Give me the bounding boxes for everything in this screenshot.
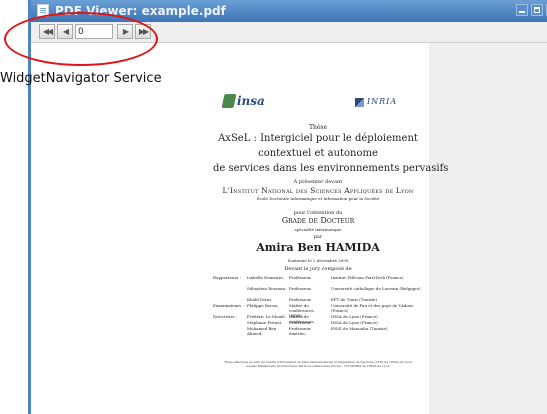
annotation-ellipse [4, 12, 158, 66]
document-kind: Thèse [308, 124, 328, 131]
defense-date: Soutenue le 2 décembre 2009 [287, 258, 349, 263]
doctoral-school: École Doctorale Informatique et Informat… [256, 196, 380, 201]
jury-title: Professeur, [289, 286, 312, 291]
insa-logo: insa [225, 92, 265, 112]
jury-affiliation: EPT de Tunis (Tunisie) [331, 297, 378, 302]
author-name: Amira Ben HAMIDA [256, 241, 380, 254]
insa-logo-text: insa [237, 94, 265, 108]
jury-member: Isabelle Demeure, [247, 275, 285, 280]
presented-before-text: À présenter devant [293, 179, 343, 185]
footer-line: équipe Middleware Architectures Services… [246, 364, 390, 368]
jury-role: Examinateurs : [213, 303, 244, 308]
institution-name: L'Institut National des Sciences Appliqu… [222, 186, 414, 195]
pdf-page: insa INRIA Thèse AxSeL : Intergiciel pou… [213, 92, 449, 384]
jury-title: Professeur, [289, 275, 312, 280]
inria-logo-text: INRIA [367, 97, 398, 106]
jury-member: Philippe Roose, [247, 303, 279, 308]
jury-role: Directeurs : [213, 314, 238, 319]
minimize-button[interactable] [516, 4, 528, 16]
jury-affiliation: INSA de Lyon (France) [331, 320, 378, 325]
jury-title: Professeur, [289, 320, 312, 325]
side-panel [429, 43, 547, 414]
jury-heading: Devant le jury composé de [284, 266, 352, 272]
jury-affiliation: ENSI de Manouba (Tunisie) [331, 326, 388, 331]
by-text: par [313, 234, 323, 240]
jury-affiliation: Université catholique de Louvain (Belgiq… [331, 286, 421, 291]
jury-member: Mohamed Ben Ahmed, [247, 326, 277, 336]
jury-member: Frédéric Le Mouël, [247, 314, 286, 319]
annotation-label: WidgetNavigator Service [0, 71, 162, 86]
title-line-1: AxSeL : Intergiciel pour le déploiement [218, 133, 418, 144]
jury-affiliation: Institut Télécom ParisTech (France) [331, 275, 404, 280]
page-footer: Thèse effectuée au sein du Centre d'Inno… [213, 360, 423, 368]
maximize-button[interactable] [531, 4, 543, 16]
jury-member: Khalil Drira, [247, 297, 273, 302]
jury-role: Rapporteurs : [213, 275, 242, 280]
title-line-3: de services dans les environnements perv… [213, 163, 449, 174]
jury-member: Sébastien Rosseau, [247, 286, 287, 291]
title-line-2: contextuel et autonome [258, 148, 378, 159]
jury-title: Professeur émérite, [289, 326, 311, 336]
jury-affiliation: Université de Pau et des pays de l'Adour… [331, 303, 414, 313]
jury-title: Professeur, [289, 297, 312, 302]
jury-affiliation: INSA de Lyon (France) [331, 314, 378, 319]
specialty: spécialité informatique [294, 227, 342, 232]
degree-name: Grade de Docteur [281, 216, 355, 225]
jury-member: Stéphane Frénot, [247, 320, 283, 325]
inria-logo: INRIA [355, 97, 397, 107]
